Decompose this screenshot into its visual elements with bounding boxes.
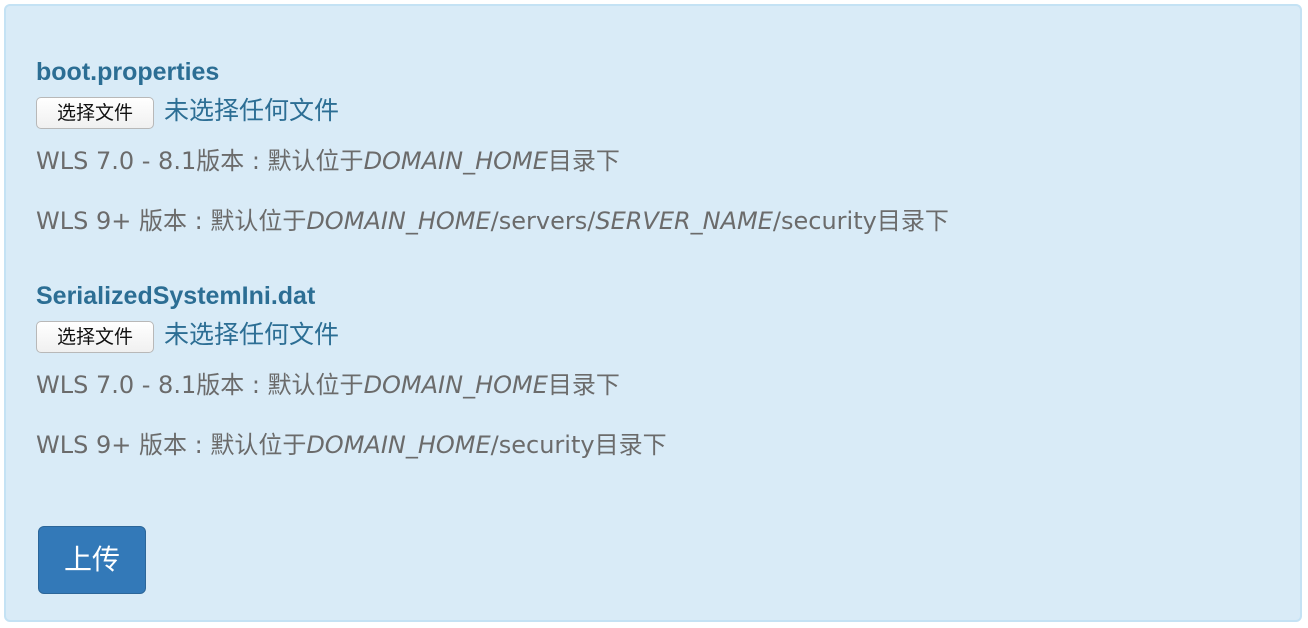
note-path-segment: DOMAIN_HOME: [363, 371, 548, 399]
note-prefix: WLS 9+ 版本 : 默认位于: [36, 207, 307, 235]
note-suffix: 目录下: [547, 147, 620, 175]
note-path-segment: /servers/: [490, 207, 596, 235]
note-path-segment: DOMAIN_HOME: [306, 207, 491, 235]
note-prefix: WLS 7.0 - 8.1版本 : 默认位于: [36, 371, 364, 399]
choose-file-button[interactable]: 选择文件: [36, 321, 154, 353]
location-note-wls7: WLS 7.0 - 8.1版本 : 默认位于DOMAIN_HOME目录下: [36, 146, 949, 176]
file-title: SerializedSystemIni.dat: [36, 282, 316, 310]
note-prefix: WLS 7.0 - 8.1版本 : 默认位于: [36, 147, 364, 175]
upload-button[interactable]: 上传: [38, 526, 146, 594]
file-section-serialized-system-ini: SerializedSystemIni.dat 选择文件 未选择任何文件 WLS…: [36, 282, 667, 460]
note-suffix: 目录下: [594, 431, 667, 459]
note-path-segment: /security: [490, 431, 595, 459]
location-note-wls9: WLS 9+ 版本 : 默认位于DOMAIN_HOME/security目录下: [36, 430, 667, 460]
note-suffix: 目录下: [547, 371, 620, 399]
note-path-segment: SERVER_NAME: [595, 207, 773, 235]
file-input-row: 选择文件 未选择任何文件: [36, 320, 667, 354]
location-note-wls9: WLS 9+ 版本 : 默认位于DOMAIN_HOME/servers/SERV…: [36, 206, 949, 236]
file-status: 未选择任何文件: [164, 96, 340, 125]
note-path-segment: /security: [772, 207, 877, 235]
file-title: boot.properties: [36, 58, 220, 86]
note-path-segment: DOMAIN_HOME: [363, 147, 548, 175]
file-input-row: 选择文件 未选择任何文件: [36, 96, 949, 130]
note-suffix: 目录下: [876, 207, 949, 235]
note-path-segment: DOMAIN_HOME: [306, 431, 491, 459]
file-section-boot-properties: boot.properties 选择文件 未选择任何文件 WLS 7.0 - 8…: [36, 58, 949, 236]
choose-file-button[interactable]: 选择文件: [36, 97, 154, 129]
upload-panel: boot.properties 选择文件 未选择任何文件 WLS 7.0 - 8…: [4, 4, 1302, 622]
location-note-wls7: WLS 7.0 - 8.1版本 : 默认位于DOMAIN_HOME目录下: [36, 370, 667, 400]
file-status: 未选择任何文件: [164, 320, 340, 349]
note-prefix: WLS 9+ 版本 : 默认位于: [36, 431, 307, 459]
